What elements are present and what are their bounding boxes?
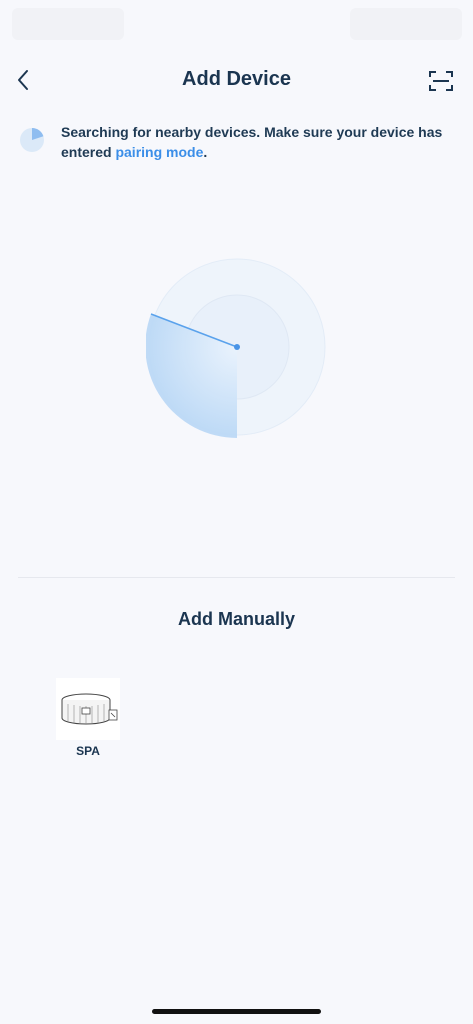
section-divider — [18, 577, 455, 578]
scan-button[interactable] — [424, 64, 458, 98]
search-notice-text: Searching for nearby devices. Make sure … — [61, 122, 458, 162]
add-manually-title: Add Manually — [177, 609, 295, 629]
status-bar-right-blur — [350, 8, 462, 40]
status-bar-left-blur — [12, 8, 124, 40]
notice-suffix: . — [203, 144, 208, 160]
radar-animation — [146, 258, 326, 438]
search-notice: Searching for nearby devices. Make sure … — [18, 122, 458, 162]
nav-bar: Add Device — [0, 56, 473, 104]
pairing-mode-link[interactable]: pairing mode — [115, 144, 203, 160]
device-label: SPA — [76, 744, 100, 758]
radar-center-dot — [234, 344, 240, 350]
spinner-icon — [20, 128, 44, 152]
scan-icon — [429, 71, 453, 91]
spa-tub-icon — [56, 678, 120, 740]
status-bar — [0, 0, 473, 44]
home-indicator[interactable] — [152, 1009, 321, 1014]
device-tile-spa[interactable]: SPA — [52, 676, 124, 766]
page-title: Add Device — [182, 68, 291, 90]
